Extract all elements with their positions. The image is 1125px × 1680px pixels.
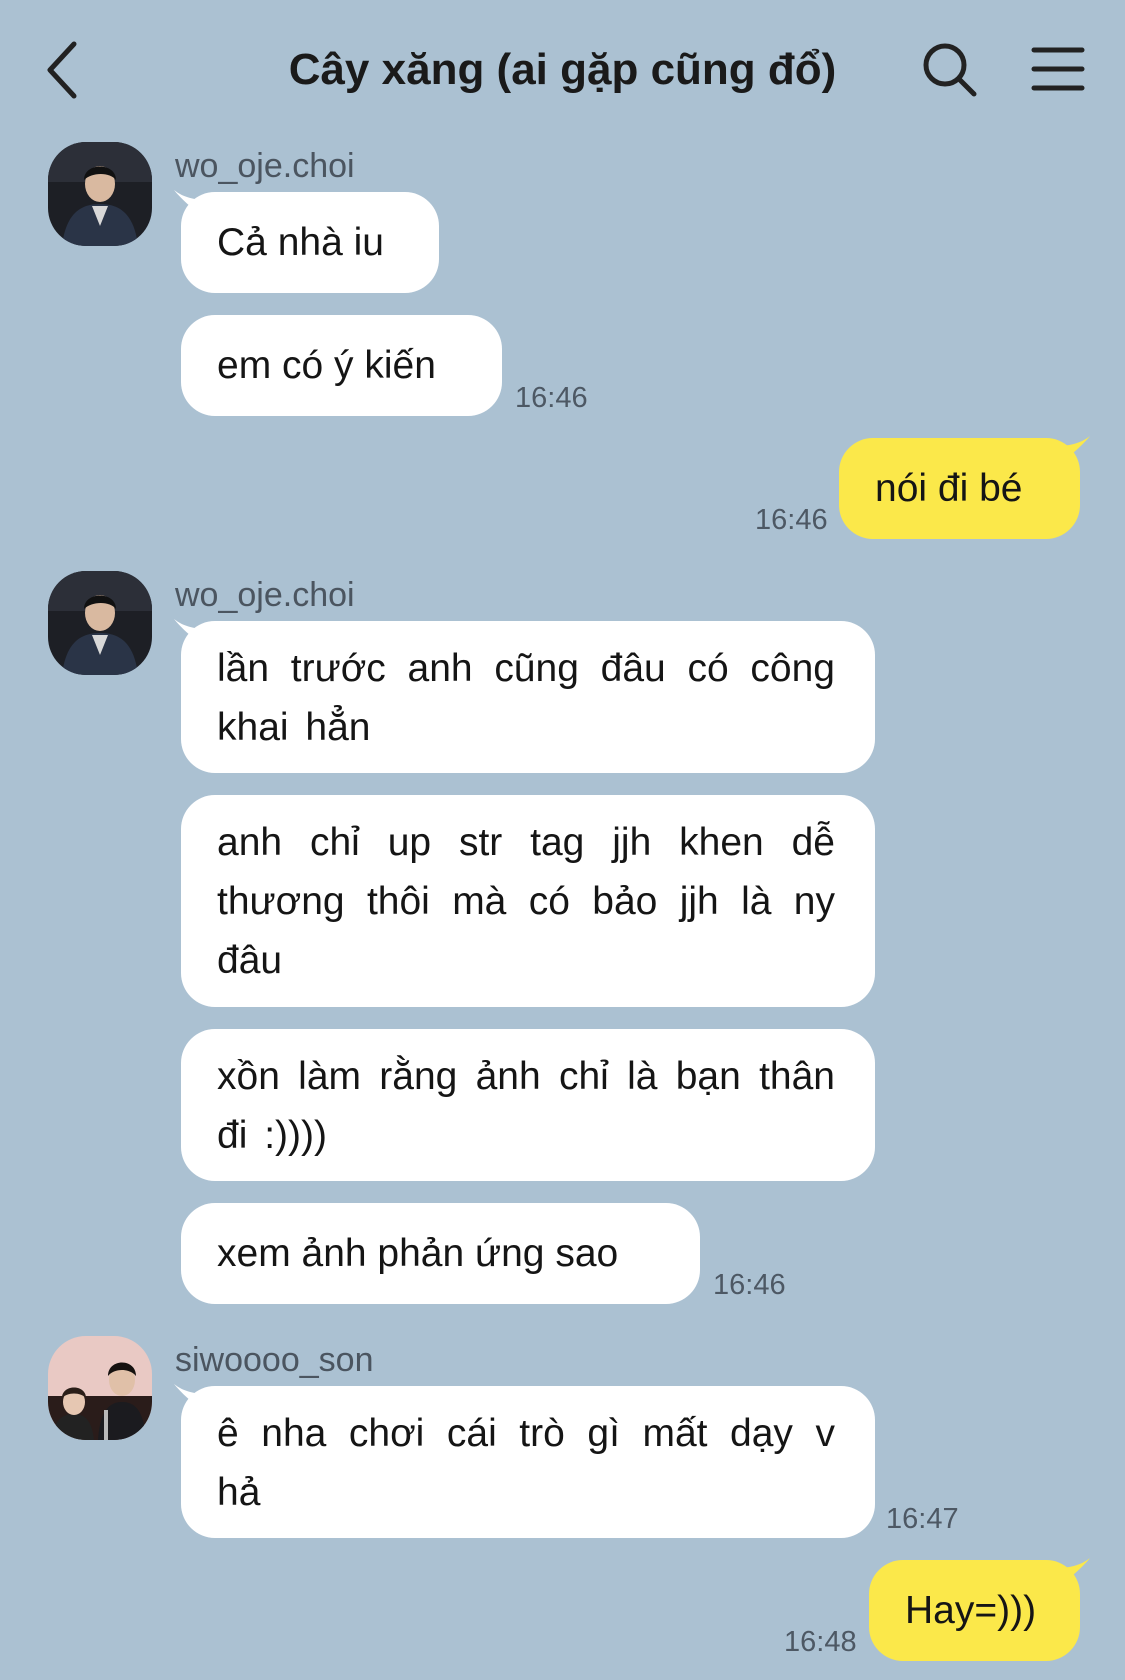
menu-button[interactable] bbox=[1030, 44, 1086, 94]
avatar[interactable] bbox=[48, 1336, 152, 1440]
avatar[interactable] bbox=[48, 142, 152, 246]
sender-name: siwoooo_son bbox=[175, 1341, 374, 1379]
message-bubble[interactable]: lần trước anh cũng đâu có công khai hẳn bbox=[181, 621, 875, 773]
sender-name: wo_oje.choi bbox=[175, 147, 355, 185]
message-bubble[interactable]: Cả nhà iu bbox=[181, 192, 439, 293]
search-button[interactable] bbox=[920, 40, 980, 100]
message-time: 16:46 bbox=[755, 504, 828, 536]
avatar[interactable] bbox=[48, 571, 152, 675]
outgoing-message-bubble[interactable]: Hay=))) bbox=[869, 1560, 1080, 1661]
message-bubble[interactable]: ê nha chơi cái trò gì mất dạy v hả bbox=[181, 1386, 875, 1538]
message-time: 16:48 bbox=[784, 1626, 857, 1658]
message-time: 16:47 bbox=[886, 1503, 959, 1535]
message-bubble[interactable]: xồn làm rằng ảnh chỉ là bạn thân đi :)))… bbox=[181, 1029, 875, 1181]
message-time: 16:46 bbox=[713, 1269, 786, 1301]
avatar-image bbox=[48, 1336, 152, 1440]
message-bubble[interactable]: em có ý kiến bbox=[181, 315, 502, 416]
hamburger-menu-icon bbox=[1031, 47, 1085, 91]
search-icon bbox=[923, 43, 977, 97]
avatar-image bbox=[48, 571, 152, 675]
message-bubble[interactable]: anh chỉ up str tag jjh khen dễ thương th… bbox=[181, 795, 875, 1007]
chat-header: Cây xăng (ai gặp cũng đổ) bbox=[0, 0, 1125, 140]
bubble-tail bbox=[1056, 1558, 1090, 1588]
avatar-image bbox=[48, 142, 152, 246]
outgoing-message-bubble[interactable]: nói đi bé bbox=[839, 438, 1080, 539]
sender-name: wo_oje.choi bbox=[175, 576, 355, 614]
bubble-tail bbox=[1056, 436, 1090, 466]
message-time: 16:46 bbox=[515, 382, 588, 414]
message-bubble[interactable]: xem ảnh phản ứng sao bbox=[181, 1203, 700, 1304]
